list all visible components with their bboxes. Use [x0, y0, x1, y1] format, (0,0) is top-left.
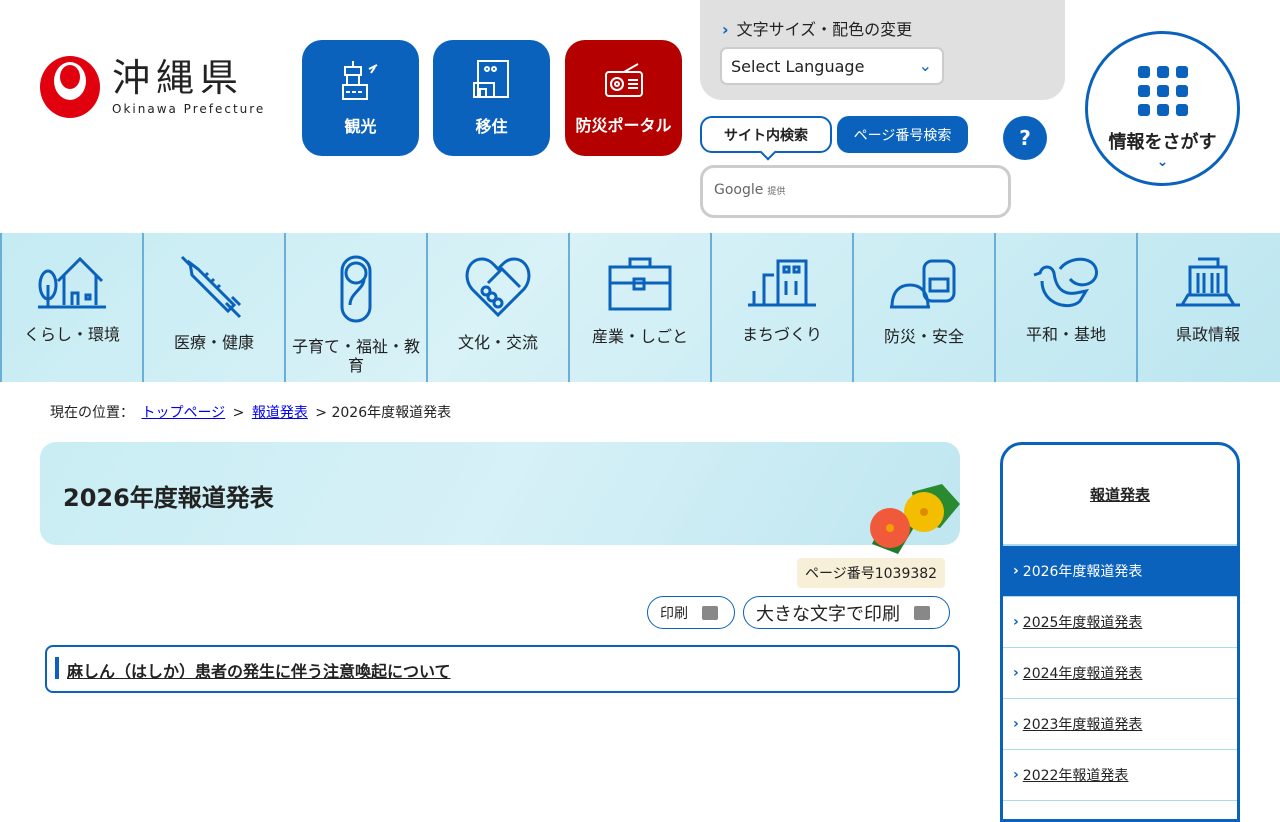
house-building-icon	[472, 60, 509, 98]
breadcrumb-link-top[interactable]: トップページ	[141, 405, 225, 421]
tab-page-number-search[interactable]: ページ番号検索	[837, 116, 968, 153]
nav-label: 平和・基地	[1025, 325, 1106, 344]
chevron-right-icon: ›	[1013, 614, 1019, 630]
language-select-value: Select Language	[731, 57, 865, 76]
chevron-right-icon: ›	[1013, 563, 1019, 579]
tab-site-search[interactable]: サイト内検索	[700, 116, 832, 153]
sidebar-item-label: 2022年報道発表	[1022, 768, 1129, 784]
sidebar-item-2024[interactable]: › 2024年度報道発表	[1003, 648, 1237, 699]
chevron-right-icon: ›	[1013, 767, 1019, 783]
chevron-right-icon: ›	[1013, 665, 1019, 681]
tourism-label: 観光	[344, 117, 377, 136]
chevron-down-icon: ⌄	[1156, 154, 1169, 170]
tourism-button[interactable]: 観光	[302, 40, 419, 156]
logo-subtitle: Okinawa Prefecture	[112, 102, 266, 116]
nav-item-living[interactable]: くらし・環境	[0, 233, 142, 382]
page-number-badge: ページ番号1039382	[797, 558, 946, 588]
nav-item-peace[interactable]: 平和・基地	[994, 233, 1136, 382]
radio-icon	[604, 63, 643, 97]
relocation-button[interactable]: 移住	[433, 40, 550, 156]
sidebar-item-label: 2024年度報道発表	[1022, 666, 1143, 682]
breadcrumb-link-press[interactable]: 報道発表	[252, 405, 308, 421]
print-large-label: 大きな文字で印刷	[756, 603, 900, 625]
syringe-icon	[180, 255, 242, 319]
find-info-button[interactable]: 情報をさがす ⌄	[1085, 31, 1240, 186]
global-nav: くらし・環境 医療・健康 子育て・福祉・教育 文化・交流 産業・しごと まちづく…	[0, 233, 1280, 382]
sidebar-item-2026[interactable]: › 2026年度報道発表	[1003, 546, 1237, 597]
sidebar-item-2025[interactable]: › 2025年度報道発表	[1003, 597, 1237, 648]
baby-icon	[340, 255, 372, 323]
print-label: 印刷	[660, 605, 688, 622]
help-button[interactable]: ?	[1003, 116, 1047, 160]
font-color-label: 文字サイズ・配色の変更	[736, 20, 913, 39]
government-building-icon	[1176, 257, 1240, 307]
breadcrumb-label: 現在の位置：	[50, 405, 134, 421]
helmet-backpack-icon	[890, 259, 956, 309]
find-info-label: 情報をさがす	[1108, 132, 1217, 153]
disaster-portal-label: 防災ポータル	[575, 116, 672, 135]
chevron-right-icon: ›	[1013, 716, 1019, 732]
logo-title: 沖縄県	[112, 56, 245, 100]
relocation-label: 移住	[475, 117, 508, 136]
nav-item-childcare[interactable]: 子育て・福祉・教育	[284, 233, 426, 382]
sidebar-item-2022[interactable]: › 2022年報道発表	[1003, 750, 1237, 801]
breadcrumb-current: 2026年度報道発表	[331, 405, 452, 421]
font-color-change-link[interactable]: › 文字サイズ・配色の変更	[722, 16, 912, 40]
nav-label: 産業・しごと	[591, 327, 688, 346]
sidebar-title[interactable]: 報道発表	[1003, 445, 1237, 546]
nav-label: 防災・安全	[883, 327, 964, 346]
disaster-portal-button[interactable]: 防災ポータル	[565, 40, 682, 156]
prefecture-emblem-icon	[40, 56, 100, 118]
nav-label: 文化・交流	[457, 333, 538, 352]
print-large-button[interactable]: 大きな文字で印刷	[743, 596, 950, 629]
house-icon	[38, 256, 106, 309]
dove-icon	[1033, 257, 1098, 308]
chevron-down-icon: ⌄	[918, 56, 932, 75]
nav-label: まちづくり	[741, 325, 822, 344]
nav-label: くらし・環境	[23, 325, 120, 344]
search-input[interactable]: Google 提供	[700, 165, 1011, 218]
nav-label: 県政情報	[1175, 325, 1240, 344]
grid-icon	[1088, 66, 1237, 116]
printer-icon	[702, 605, 718, 620]
article-link[interactable]: 麻しん（はしか）患者の発生に伴う注意喚起について	[67, 662, 451, 681]
print-button[interactable]: 印刷	[647, 596, 735, 629]
nav-item-culture[interactable]: 文化・交流	[426, 233, 568, 382]
nav-item-health[interactable]: 医療・健康	[142, 233, 284, 382]
sidebar-item-label: 2025年度報道発表	[1022, 615, 1143, 631]
article-list-item: 麻しん（はしか）患者の発生に伴う注意喚起について	[45, 645, 960, 693]
search-provider: Google	[714, 182, 764, 198]
sidebar-item-label: 2026年度報道発表	[1022, 564, 1143, 580]
sidebar-nav: 報道発表 › 2026年度報道発表 › 2025年度報道発表 › 2024年度報道発表…	[1000, 442, 1240, 822]
nav-label: 子育て・福祉・教育	[291, 337, 420, 375]
handshake-heart-icon	[465, 257, 531, 318]
briefcase-icon	[608, 257, 672, 311]
nav-item-government[interactable]: 県政情報	[1136, 233, 1278, 382]
page-title: 2026年度報道発表	[40, 442, 960, 545]
nav-label: 医療・健康	[173, 333, 254, 352]
search-provider-suffix: 提供	[767, 187, 786, 197]
buildings-icon	[748, 259, 816, 307]
nav-item-industry[interactable]: 産業・しごと	[568, 233, 710, 382]
airport-tower-icon	[341, 61, 377, 100]
printer-icon	[914, 605, 930, 620]
nav-item-safety[interactable]: 防災・安全	[852, 233, 994, 382]
site-logo[interactable]: 沖縄県 Okinawa Prefecture	[40, 56, 265, 118]
accessibility-panel: › 文字サイズ・配色の変更 Select Language ⌄	[700, 0, 1065, 100]
sidebar-item-label: 2023年度報道発表	[1022, 717, 1143, 733]
hibiscus-decoration-icon	[870, 484, 960, 554]
nav-item-town[interactable]: まちづくり	[710, 233, 852, 382]
breadcrumb: 現在の位置： トップページ > 報道発表 > 2026年度報道発表	[50, 405, 452, 421]
sidebar-item-2023[interactable]: › 2023年度報道発表	[1003, 699, 1237, 750]
language-select[interactable]: Select Language ⌄	[720, 47, 944, 85]
